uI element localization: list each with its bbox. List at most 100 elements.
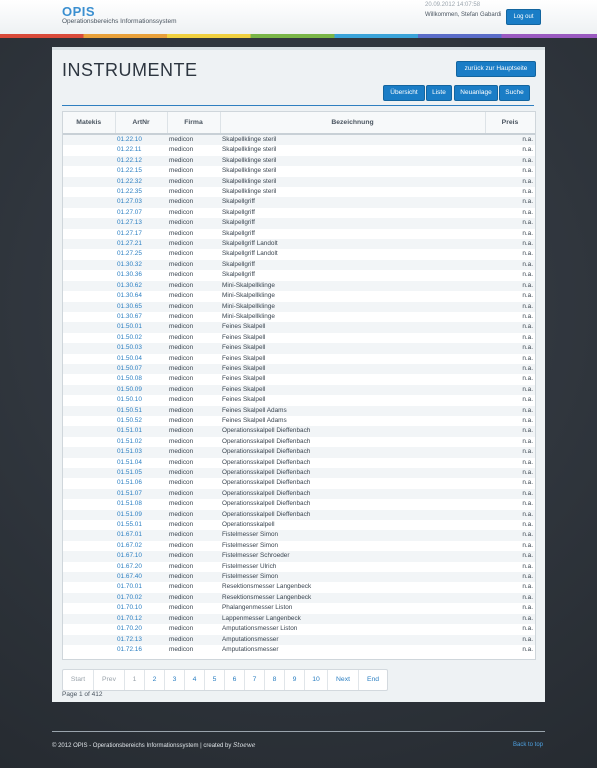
page-start[interactable]: Start — [63, 670, 94, 690]
cell-artnr[interactable]: 01.30.36 — [115, 270, 167, 280]
instruments-table-container[interactable]: Matekis ArtNr Firma Bezeichnung Preis 01… — [62, 111, 536, 660]
cell-artnr[interactable]: 01.50.04 — [115, 354, 167, 364]
cell-artnr[interactable]: 01.30.62 — [115, 280, 167, 292]
cell-artnr[interactable]: 01.30.67 — [115, 312, 167, 322]
column-header-preis[interactable]: Preis — [485, 112, 535, 135]
table-row[interactable]: 01.50.51 medicon Feines Skalpell Adams n.a. — [63, 405, 535, 416]
column-header-matekis[interactable]: Matekis — [63, 112, 116, 135]
cell-artnr[interactable]: 01.67.40 — [115, 572, 167, 583]
cell-artnr[interactable]: 01.51.02 — [115, 437, 167, 447]
cell-artnr[interactable]: 01.50.09 — [115, 384, 167, 396]
cell-artnr[interactable]: 01.51.07 — [115, 488, 167, 500]
page-3[interactable]: 3 — [165, 670, 185, 690]
table-row[interactable]: 01.51.09 medicon Operationsskalpell Dieffe… — [63, 509, 535, 521]
cell-artnr[interactable]: 01.70.02 — [115, 592, 167, 604]
table-row[interactable]: 01.50.09 medicon Feines Skalpell n.a. — [63, 384, 535, 396]
cell-artnr[interactable]: 01.55.01 — [115, 520, 167, 530]
table-row[interactable]: 01.51.04 medicon Operationsskalpell Dieffe… — [63, 458, 535, 468]
cell-artnr[interactable]: 01.50.08 — [115, 374, 167, 384]
table-row[interactable]: 01.27.13 medicon Skalpellgriff n.a. — [63, 218, 535, 229]
column-header-firma[interactable]: Firma — [167, 112, 221, 135]
table-row[interactable]: 01.55.01 medicon Operationsskalpell n.a. — [63, 520, 535, 530]
cell-artnr[interactable]: 01.30.65 — [115, 301, 167, 312]
cell-artnr[interactable]: 01.72.13 — [115, 634, 167, 645]
table-row[interactable]: 01.51.08 medicon Operationsskalpell Dieffe… — [63, 499, 535, 509]
page-1[interactable]: 1 — [125, 670, 145, 690]
cell-artnr[interactable]: 01.27.03 — [115, 197, 167, 208]
table-row[interactable]: 01.50.07 medicon Feines Skalpell n.a. — [63, 363, 535, 375]
table-row[interactable]: 01.22.12 medicon Skalpellklinge steril n.a. — [63, 155, 535, 167]
table-row[interactable]: 01.30.32 medicon Skalpellgriff n.a. — [63, 259, 535, 271]
table-row[interactable]: 01.27.25 medicon Skalpellgriff Landolt n.a. — [63, 249, 535, 259]
table-row[interactable]: 01.67.02 medicon Fistelmesser Simon n.a. — [63, 541, 535, 551]
table-row[interactable]: 01.72.13 medicon Amputationsmesser n.a. — [63, 634, 535, 645]
cell-artnr[interactable]: 01.22.15 — [115, 166, 167, 176]
cell-artnr[interactable]: 01.67.10 — [115, 551, 167, 562]
tab-neuanlage[interactable]: Neuanlage — [454, 85, 498, 101]
cell-artnr[interactable]: 01.27.17 — [115, 229, 167, 239]
table-row[interactable]: 01.70.10 medicon Phalangenmesser Liston n.a… — [63, 603, 535, 613]
table-row[interactable]: 01.27.03 medicon Skalpellgriff n.a. — [63, 197, 535, 208]
cell-artnr[interactable]: 01.70.20 — [115, 624, 167, 634]
cell-artnr[interactable]: 01.50.52 — [115, 416, 167, 426]
cell-artnr[interactable]: 01.51.04 — [115, 458, 167, 468]
cell-artnr[interactable]: 01.50.10 — [115, 395, 167, 405]
cell-artnr[interactable]: 01.22.35 — [115, 187, 167, 197]
table-row[interactable]: 01.27.21 medicon Skalpellgriff Landolt n.a. — [63, 239, 535, 250]
table-row[interactable]: 01.27.07 medicon Skalpellgriff n.a. — [63, 208, 535, 218]
tab-suche[interactable]: Suche — [499, 85, 530, 101]
table-row[interactable]: 01.67.10 medicon Fistelmesser Schroeder n.a… — [63, 551, 535, 562]
page-8[interactable]: 8 — [265, 670, 285, 690]
cell-artnr[interactable]: 01.27.13 — [115, 218, 167, 229]
page-9[interactable]: 9 — [285, 670, 305, 690]
table-row[interactable]: 01.50.02 medicon Feines Skalpell n.a. — [63, 333, 535, 343]
cell-artnr[interactable]: 01.51.05 — [115, 468, 167, 479]
table-row[interactable]: 01.51.05 medicon Operationsskalpell Dieffe… — [63, 468, 535, 479]
table-row[interactable]: 01.51.03 medicon Operationsskalpell Dieffe… — [63, 447, 535, 458]
cell-artnr[interactable]: 01.50.02 — [115, 333, 167, 343]
table-row[interactable]: 01.22.35 medicon Skalpellklinge steril n.a. — [63, 187, 535, 197]
cell-artnr[interactable]: 01.50.01 — [115, 322, 167, 333]
back-to-home-button[interactable]: zurück zur Hauptseite — [456, 61, 536, 77]
cell-artnr[interactable]: 01.51.06 — [115, 478, 167, 488]
table-row[interactable]: 01.22.15 medicon Skalpellklinge steril n.a. — [63, 166, 535, 176]
page-next[interactable]: Next — [328, 670, 359, 690]
cell-artnr[interactable]: 01.51.09 — [115, 509, 167, 521]
page-4[interactable]: 4 — [185, 670, 205, 690]
table-row[interactable]: 01.22.10 medicon Skalpellklinge steril n.a. — [63, 134, 535, 146]
cell-artnr[interactable]: 01.50.03 — [115, 343, 167, 354]
cell-artnr[interactable]: 01.72.16 — [115, 645, 167, 655]
cell-artnr[interactable]: 01.27.25 — [115, 249, 167, 259]
table-row[interactable]: 01.67.20 medicon Fistelmesser Ulrich n.a. — [63, 562, 535, 572]
cell-artnr[interactable]: 01.22.10 — [115, 134, 167, 146]
cell-artnr[interactable]: 01.27.07 — [115, 208, 167, 218]
table-row[interactable]: 01.50.01 medicon Feines Skalpell n.a. — [63, 322, 535, 333]
table-row[interactable]: 01.51.02 medicon Operationsskalpell Dieffe… — [63, 437, 535, 447]
table-row[interactable]: 01.67.40 medicon Fistelmesser Simon n.a. — [63, 572, 535, 583]
cell-artnr[interactable]: 01.70.01 — [115, 582, 167, 592]
table-row[interactable]: 01.51.01 medicon Operationsskalpell Dieffe… — [63, 426, 535, 437]
back-to-top-link[interactable]: Back to top — [513, 742, 543, 748]
table-row[interactable]: 01.70.02 medicon Resektionsmesser Langenbe… — [63, 592, 535, 604]
cell-artnr[interactable]: 01.22.32 — [115, 176, 167, 188]
cell-artnr[interactable]: 01.67.20 — [115, 562, 167, 572]
cell-artnr[interactable]: 01.22.11 — [115, 145, 167, 155]
creator-signature[interactable]: Stoewe — [233, 742, 255, 749]
table-row[interactable]: 01.51.06 medicon Operationsskalpell Dieffe… — [63, 478, 535, 488]
table-row[interactable]: 01.50.52 medicon Feines Skalpell Adams n.a. — [63, 416, 535, 426]
cell-artnr[interactable]: 01.22.12 — [115, 155, 167, 167]
table-row[interactable]: 01.67.01 medicon Fistelmesser Simon n.a. — [63, 530, 535, 541]
column-header-artnr[interactable]: ArtNr — [115, 112, 168, 135]
table-row[interactable]: 01.51.07 medicon Operationsskalpell Dieffe… — [63, 488, 535, 500]
cell-artnr[interactable]: 01.70.10 — [115, 603, 167, 613]
cell-artnr[interactable]: 01.27.21 — [115, 239, 167, 250]
page-2[interactable]: 2 — [145, 670, 165, 690]
table-row[interactable]: 01.72.16 medicon Amputationsmesser n.a. — [63, 645, 535, 655]
table-row[interactable]: 01.70.01 medicon Resektionsmesser Langenbe… — [63, 582, 535, 592]
tab-liste[interactable]: Liste — [426, 85, 452, 101]
page-6[interactable]: 6 — [225, 670, 245, 690]
cell-artnr[interactable]: 01.50.51 — [115, 405, 167, 416]
table-row[interactable]: 01.50.03 medicon Feines Skalpell n.a. — [63, 343, 535, 354]
table-row[interactable]: 01.50.10 medicon Feines Skalpell n.a. — [63, 395, 535, 405]
table-row[interactable]: 01.30.36 medicon Skalpellgriff n.a. — [63, 270, 535, 280]
